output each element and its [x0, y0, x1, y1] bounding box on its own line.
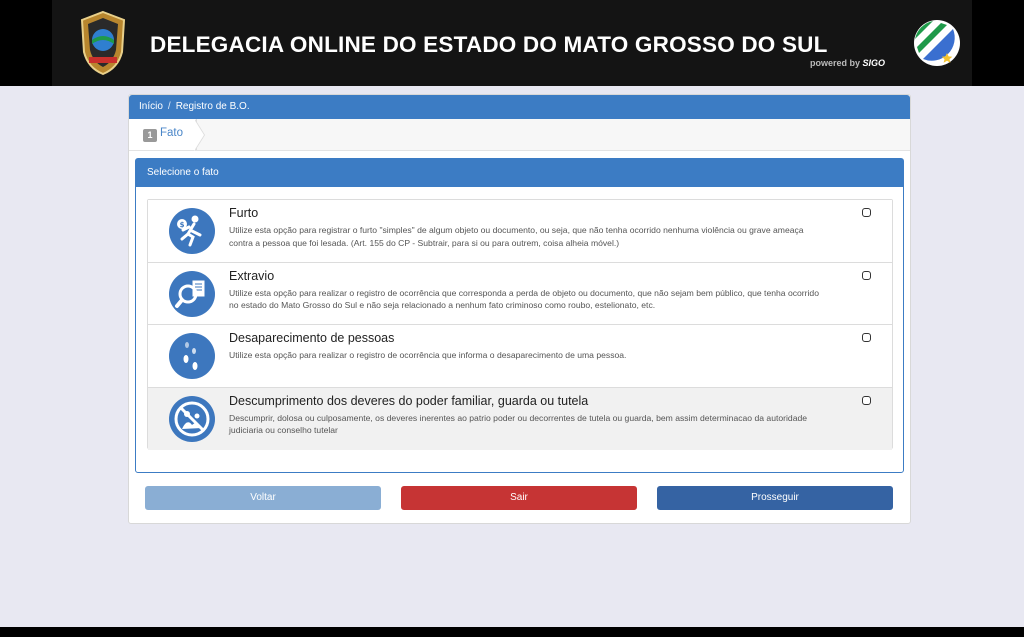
fact-option-title: Furto — [229, 206, 259, 220]
fact-option-description: Utilize esta opção para realizar o regis… — [229, 287, 819, 311]
proceed-button[interactable]: Prosseguir — [657, 486, 893, 510]
fact-option-extravio[interactable]: Extravio Utilize esta opção para realiza… — [148, 262, 892, 325]
fact-option-radio[interactable] — [862, 270, 871, 280]
site-header: DELEGACIA ONLINE DO ESTADO DO MATO GROSS… — [0, 0, 1024, 86]
step-number-badge: 1 — [143, 129, 157, 142]
breadcrumb-separator: / — [167, 101, 171, 112]
fact-option-radio[interactable] — [862, 208, 871, 217]
footprints-icon — [169, 333, 215, 379]
fact-options-list: $ Furto Utilize esta opção para registra… — [147, 199, 893, 450]
fact-option-description: Utilize esta opção para registrar o furt… — [229, 225, 804, 248]
panel-title: Selecione o fato — [136, 159, 903, 187]
step-label: Fato — [160, 127, 184, 139]
registration-card: Início / Registro de B.O. 1 Fato Selecione… — [128, 94, 911, 524]
fact-option-description: Utilize esta opção para realizar o regis… — [229, 350, 627, 360]
select-fact-panel: Selecione o fato $ Furto Utilize esta op… — [135, 158, 904, 473]
fact-option-title: Desaparecimento de pessoas — [229, 331, 395, 345]
family-prohibited-icon — [169, 395, 215, 442]
site-title: DELEGACIA ONLINE DO ESTADO DO MATO GROSS… — [150, 32, 828, 57]
fact-option-radio[interactable] — [862, 333, 871, 342]
wizard-step-fato[interactable]: 1 Fato — [129, 119, 197, 150]
wizard-steps: 1 Fato — [129, 119, 910, 151]
state-flag-icon — [914, 20, 960, 66]
fact-option-furto[interactable]: $ Furto Utilize esta opção para registra… — [148, 200, 892, 263]
powered-by-brand: SIGO — [862, 58, 886, 68]
police-badge-icon — [80, 10, 126, 76]
breadcrumb-current: Registro de B.O. — [175, 101, 250, 112]
fact-option-radio[interactable] — [862, 395, 871, 405]
fact-option-desaparecimento[interactable]: Desaparecimento de pessoas Utilize esta … — [148, 325, 892, 388]
fact-option-title: Extravio — [229, 268, 275, 283]
thief-running-icon: $ — [169, 208, 215, 254]
breadcrumb-home-link[interactable]: Início — [139, 101, 163, 112]
footer-bar — [0, 627, 1024, 637]
step-arrow — [194, 119, 204, 151]
back-button[interactable]: Voltar — [145, 486, 381, 510]
fact-option-descumprimento[interactable]: Descumprimento dos deveres do poder fami… — [148, 387, 892, 450]
fact-option-description: Descumprir, dolosa ou culposamente, os d… — [229, 412, 808, 436]
fact-option-title: Descumprimento dos deveres do poder fami… — [229, 393, 589, 408]
magnifier-document-icon — [169, 270, 215, 317]
svg-text:$: $ — [180, 221, 185, 229]
exit-button[interactable]: Sair — [401, 486, 637, 510]
breadcrumb: Início / Registro de B.O. — [129, 95, 910, 119]
powered-by-label: powered by SIGO — [810, 58, 886, 68]
